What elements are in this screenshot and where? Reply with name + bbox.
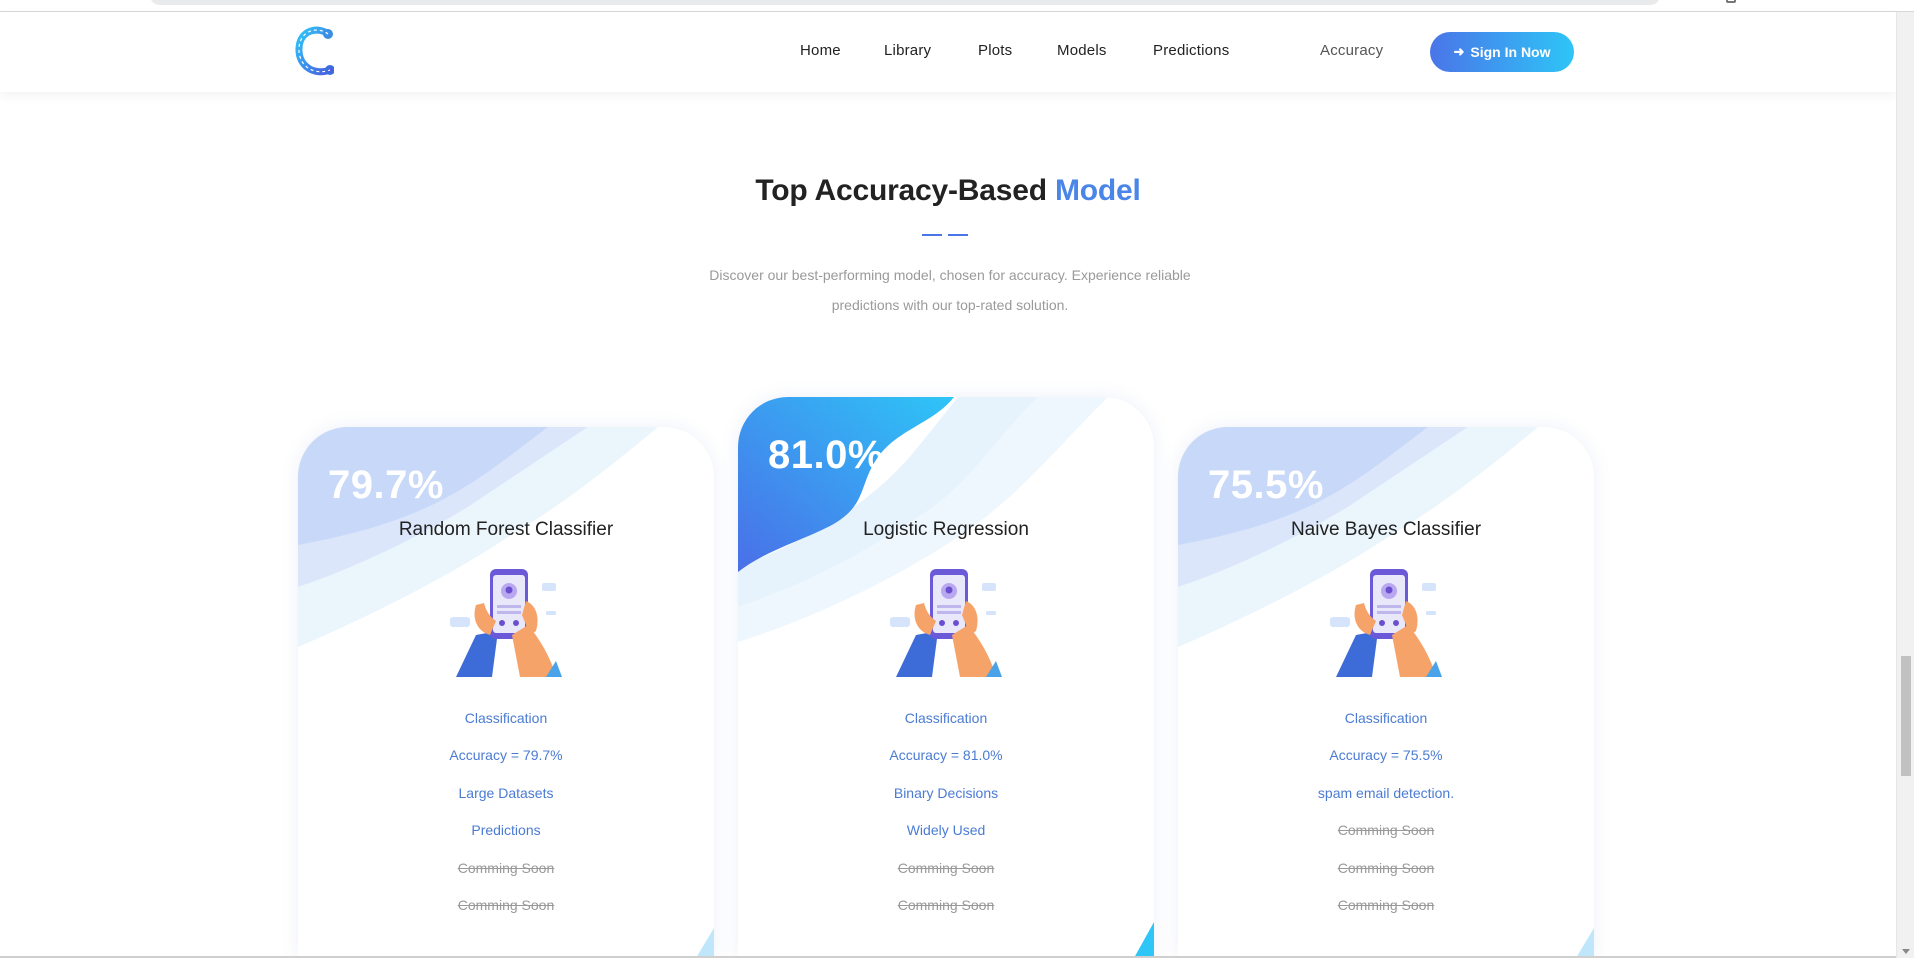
card-percent: 79.7%	[328, 463, 444, 507]
section-desc-line1: Discover our best-performing model, chos…	[709, 267, 1191, 283]
phone-hand-illustration-icon	[450, 569, 562, 677]
card-feature: Classification	[464, 710, 548, 726]
model-card-random-forest[interactable]: 79.7% Random Forest Classifier Classific…	[298, 427, 714, 958]
title-divider	[922, 234, 968, 237]
card-corner-decoration	[1134, 922, 1154, 958]
phone-hand-illustration-icon	[890, 569, 1002, 677]
card-model-name: Naive Bayes Classifier	[1290, 519, 1482, 540]
card-feature: Binary Decisions	[893, 785, 999, 801]
card-coming-soon: Comming Soon	[457, 897, 555, 913]
card-corner-decoration	[1576, 928, 1594, 958]
card-feature: Large Datasets	[458, 785, 554, 801]
card-corner-decoration	[696, 928, 714, 958]
address-bar[interactable]	[150, 0, 1660, 5]
card-feature: Classification	[1344, 710, 1428, 726]
card-model-name: Random Forest Classifier	[398, 519, 614, 540]
card-coming-soon: Comming Soon	[1337, 897, 1435, 913]
sign-in-label: Sign In Now	[1470, 44, 1551, 60]
section-desc-line2: predictions with our top-rated solution.	[831, 297, 1069, 313]
brand-logo-icon[interactable]	[294, 26, 334, 78]
card-coming-soon: Comming Soon	[897, 897, 995, 913]
navbar: Home Library Plots Models Predictions Ac…	[0, 12, 1896, 92]
nav-home[interactable]: Home	[800, 42, 841, 59]
card-feature: spam email detection.	[1317, 785, 1455, 801]
model-card-naive-bayes[interactable]: 75.5% Naive Bayes Classifier Classificat…	[1178, 427, 1594, 958]
card-percent: 81.0%	[768, 433, 884, 477]
nav-models[interactable]: Models	[1057, 42, 1107, 59]
scrollbar-thumb[interactable]	[1901, 656, 1911, 776]
card-feature: Widely Used	[906, 822, 986, 838]
card-percent: 75.5%	[1208, 463, 1324, 507]
nav-plots[interactable]: Plots	[978, 42, 1012, 59]
card-feature: Accuracy = 75.5%	[1329, 747, 1443, 763]
section-title: Top Accuracy-Based Model	[0, 174, 1896, 208]
card-coming-soon: Comming Soon	[897, 860, 995, 876]
card-coming-soon: Comming Soon	[1337, 860, 1435, 876]
page-scrollbar[interactable]	[1896, 12, 1914, 958]
model-card-logistic-regression[interactable]: 81.0% Logistic Regression Classification…	[738, 397, 1154, 958]
section-title-accent: Model	[1054, 174, 1141, 207]
section-description: Discover our best-performing model, chos…	[680, 260, 1220, 320]
card-feature: Predictions	[471, 822, 541, 838]
card-model-name: Logistic Regression	[863, 519, 1029, 540]
card-coming-soon: Comming Soon	[1337, 822, 1435, 838]
card-feature: Accuracy = 81.0%	[889, 747, 1003, 763]
browser-top-strip	[0, 0, 1914, 12]
scroll-down-arrow-icon[interactable]	[1902, 949, 1910, 954]
browser-action-icon[interactable]	[1726, 0, 1736, 3]
section-title-main: Top Accuracy-Based	[755, 174, 1055, 207]
card-feature: Accuracy = 79.7%	[449, 747, 563, 763]
nav-predictions[interactable]: Predictions	[1153, 42, 1229, 59]
nav-library[interactable]: Library	[884, 42, 931, 59]
phone-hand-illustration-icon	[1330, 569, 1442, 677]
nav-accuracy[interactable]: Accuracy	[1320, 42, 1383, 59]
card-feature: Classification	[904, 710, 988, 726]
sign-in-icon: ➜	[1453, 44, 1465, 59]
card-coming-soon: Comming Soon	[457, 860, 555, 876]
sign-in-button[interactable]: ➜ Sign In Now	[1430, 32, 1574, 72]
